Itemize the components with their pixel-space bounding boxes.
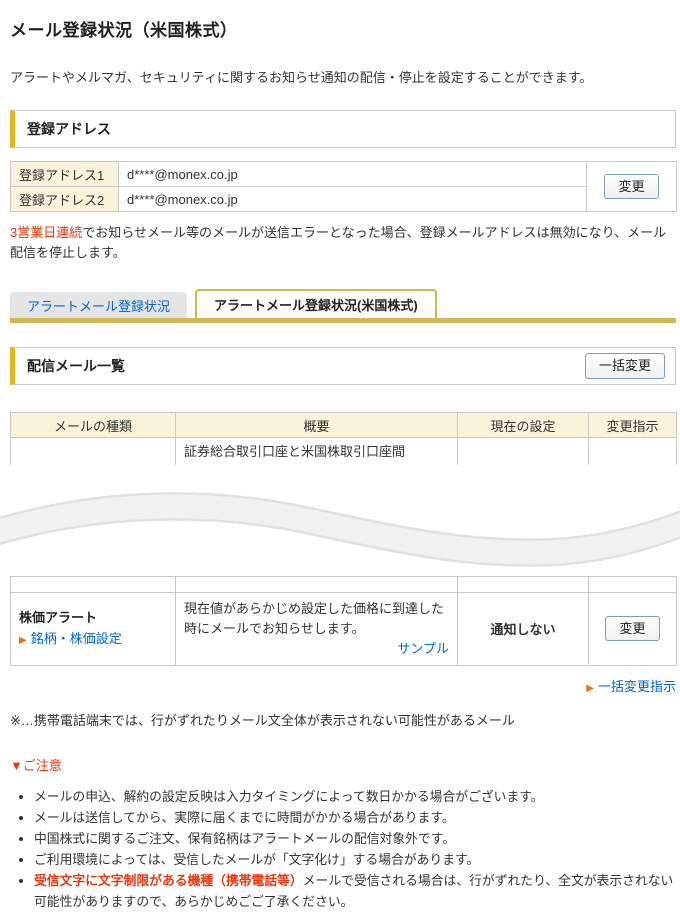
caution-highlight: 受信文字に文字制限がある機種（携帯電話等） bbox=[34, 872, 303, 888]
address1-label: 登録アドレス1 bbox=[10, 161, 119, 187]
stock-alert-label: 株価アラート bbox=[19, 609, 98, 625]
stock-alert-change-cell: 変更 bbox=[588, 591, 677, 666]
column-summary: 概要 bbox=[175, 412, 458, 438]
column-current-setting: 現在の設定 bbox=[457, 412, 589, 438]
address2-label: 登録アドレス2 bbox=[10, 186, 119, 212]
arrow-right-icon: ▶ bbox=[586, 682, 594, 694]
mail-registration-page: メール登録状況（米国株式） アラートやメルマガ、セキュリティに関するお知らせ通知… bbox=[0, 0, 680, 924]
stock-alert-change-button[interactable]: 変更 bbox=[605, 615, 660, 642]
registered-address-title: 登録アドレス bbox=[27, 121, 111, 137]
wave-graphic bbox=[0, 491, 680, 567]
registered-address-table: 登録アドレス1 d****@monex.co.jp 変更 登録アドレス2 d**… bbox=[10, 161, 677, 212]
table-row: 登録アドレス2 d****@monex.co.jp bbox=[10, 186, 677, 212]
table-row: 登録アドレス1 d****@monex.co.jp 変更 bbox=[10, 161, 677, 212]
list-item: ご利用環境によっては、受信したメールが「文字化け」する場合があります。 bbox=[34, 849, 676, 870]
current-setting-value: 通知しない bbox=[457, 591, 589, 666]
mobile-footnote: ※…携帯電話端末では、行がずれたりメール文全体が表示されない可能性があるメール bbox=[10, 712, 515, 728]
section-mail-list: 配信メール一覧 一括変更 bbox=[10, 347, 676, 385]
table-row-stock-alert: 株価アラート ▶ 銘柄・株価設定 現在値があらかじめ設定した価格に到達した時にメー… bbox=[10, 591, 677, 666]
warning-text: でお知らせメール等のメールが送信エラーとなった場合、登録メールアドレスは無効にな… bbox=[10, 225, 667, 260]
bulk-change-button[interactable]: 一括変更 bbox=[584, 353, 665, 379]
list-item: メールは送信してから、実際に届くまでに時間がかかる場合があります。 bbox=[34, 807, 676, 828]
tab-alert-mail-status-us[interactable]: アラートメール登録状況(米国株式) bbox=[195, 289, 437, 318]
truncated-type-cell bbox=[10, 437, 176, 465]
address2-value: d****@monex.co.jp bbox=[118, 186, 587, 212]
page-description: アラートやメルマガ、セキュリティに関するお知らせ通知の配信・停止を設定することが… bbox=[10, 70, 593, 85]
sample-link[interactable]: サンプル bbox=[184, 639, 449, 659]
truncated-change-cell bbox=[588, 437, 677, 465]
stock-alert-type-cell: 株価アラート ▶ 銘柄・株価設定 bbox=[10, 591, 176, 666]
address-change-button[interactable]: 変更 bbox=[604, 173, 659, 200]
arrow-right-icon: ▶ bbox=[19, 634, 27, 646]
content-cutoff-wave bbox=[0, 475, 680, 570]
table-row-sliver bbox=[10, 575, 677, 593]
alert-mail-tabs: アラートメール登録状況 アラートメール登録状況(米国株式) bbox=[10, 289, 676, 318]
address1-value: d****@monex.co.jp bbox=[118, 161, 587, 187]
address-change-cell: 変更 bbox=[586, 161, 677, 212]
list-item: 受信文字に文字制限がある機種（携帯電話等）メールで受信される場合は、行がずれたり… bbox=[34, 870, 676, 912]
warning-highlight: 3営業日連続 bbox=[10, 225, 83, 240]
mail-list-table-bottom: 株価アラート ▶ 銘柄・株価設定 現在値があらかじめ設定した価格に到達した時にメー… bbox=[10, 575, 677, 666]
caution-heading: ▼ご注意 bbox=[10, 757, 62, 773]
stock-alert-summary: 現在値があらかじめ設定した価格に到達した時にメールでお知らせします。 bbox=[184, 600, 445, 636]
send-error-warning: 3営業日連続でお知らせメール等のメールが送信エラーとなった場合、登録メールアドレ… bbox=[10, 223, 676, 263]
truncated-setting-cell bbox=[457, 437, 589, 465]
mail-list-title: 配信メール一覧 bbox=[27, 358, 125, 374]
truncated-summary-cell: 証券総合取引口座と米国株取引口座間 bbox=[175, 437, 458, 465]
bulk-change-instruction-link[interactable]: 一括変更指示 bbox=[598, 679, 676, 694]
column-mail-type: メールの種類 bbox=[10, 412, 176, 438]
page-title: メール登録状況（米国株式） bbox=[10, 21, 238, 40]
tab-alert-mail-status[interactable]: アラートメール登録状況 bbox=[10, 292, 188, 318]
table-row-truncated: 証券総合取引口座と米国株取引口座間 bbox=[10, 437, 677, 465]
column-change-instruction: 変更指示 bbox=[588, 412, 677, 438]
stock-price-settings-link[interactable]: 銘柄・株価設定 bbox=[31, 631, 122, 646]
bulk-change-link-row: ▶ 一括変更指示 bbox=[10, 676, 676, 695]
mail-table-header: メールの種類 概要 現在の設定 変更指示 bbox=[10, 412, 677, 438]
tab-underline-bar bbox=[10, 318, 676, 323]
list-item: メールの申込、解約の設定反映は入力タイミングによって数日かかる場合がございます。 bbox=[34, 786, 676, 807]
section-registered-address: 登録アドレス bbox=[10, 110, 676, 148]
list-item: 中国株式に関するご注文、保有銘柄はアラートメールの配信対象外です。 bbox=[34, 828, 676, 849]
caution-list: メールの申込、解約の設定反映は入力タイミングによって数日かかる場合がございます。… bbox=[10, 786, 676, 912]
stock-alert-summary-cell: 現在値があらかじめ設定した価格に到達した時にメールでお知らせします。 サンプル bbox=[175, 591, 458, 666]
mail-list-table-top: メールの種類 概要 現在の設定 変更指示 証券総合取引口座と米国株取引口座間 bbox=[10, 412, 677, 465]
